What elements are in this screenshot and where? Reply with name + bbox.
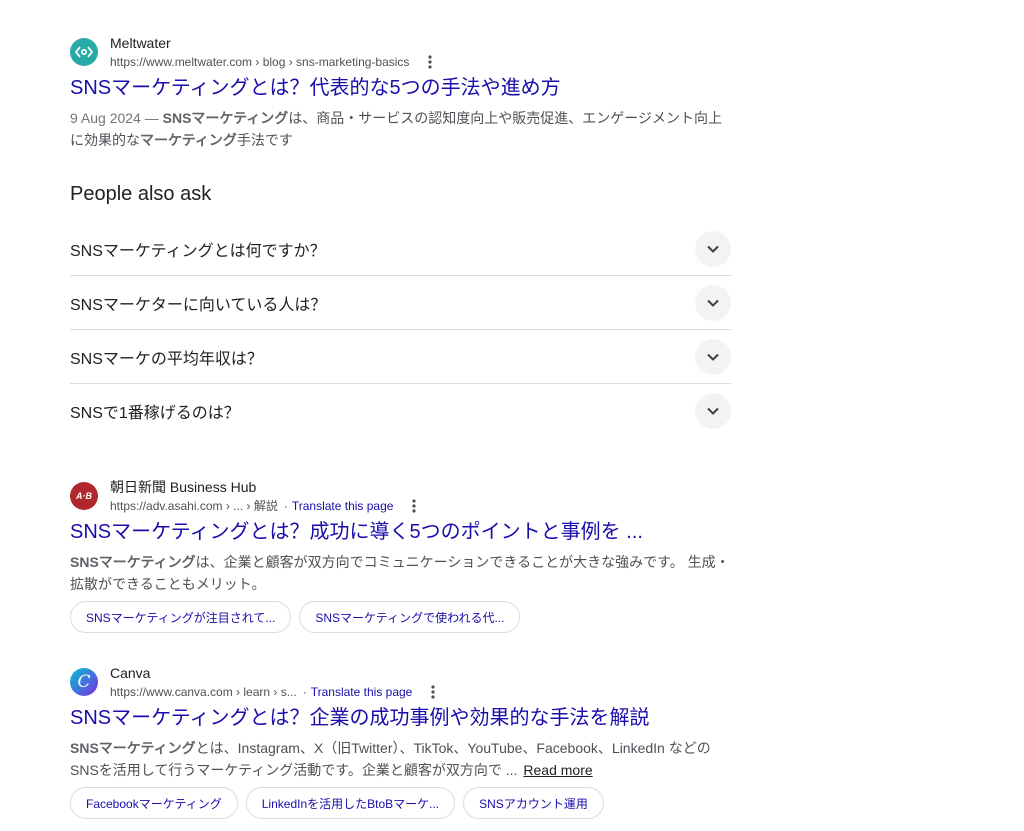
more-options-icon[interactable] (421, 53, 439, 71)
snippet-highlight: SNSマーケティング (162, 110, 289, 126)
site-name: Canva (110, 665, 151, 681)
result-url: https://adv.asahi.com › ... › 解説 (110, 499, 278, 513)
paa-list: SNSマーケティングとは何ですか？ SNSマーケターに向いている人は？ SNSマ… (70, 222, 731, 438)
result-snippet: SNSマーケティングは、企業と顧客が双方向でコミュニケーションできることが大きな… (70, 551, 732, 595)
result-source[interactable]: A·B 朝日新聞 Business Hub https://adv.asahi.… (70, 476, 732, 516)
meltwater-logo-icon (70, 38, 98, 66)
separator: · (302, 685, 307, 699)
result-url: https://www.meltwater.com › blog › sns-m… (110, 55, 410, 69)
chevron-down-icon[interactable] (695, 230, 731, 267)
read-more-link[interactable]: Read more (523, 762, 592, 778)
people-also-ask: People also ask SNSマーケティングとは何ですか？ SNSマーケ… (70, 180, 731, 438)
related-chips: Facebookマーケティング LinkedInを活用したBtoBマーケ... … (70, 787, 732, 819)
more-options-icon[interactable] (424, 683, 442, 701)
paa-question-text: SNSマーケティングとは何ですか？ (70, 242, 326, 260)
snippet-highlight: マーケティング (140, 132, 237, 148)
paa-question[interactable]: SNSマーケティングとは何ですか？ (70, 222, 731, 276)
snippet-highlight: SNSマーケティング (70, 740, 196, 756)
snippet-highlight: SNSマーケティング (70, 554, 196, 570)
result-date: 9 Aug 2024 — (70, 110, 163, 126)
people-also-ask-title: People also ask (70, 183, 212, 205)
result-snippet: 9 Aug 2024 — SNSマーケティングは、商品・サービスの認知度向上や販… (70, 107, 732, 151)
result-snippet: SNSマーケティングとは、Instagram、X（旧Twitter）、TikTo… (70, 737, 732, 781)
site-name: Meltwater (110, 35, 171, 51)
more-options-icon[interactable] (405, 497, 423, 515)
site-name: 朝日新聞 Business Hub (110, 479, 257, 495)
related-chip[interactable]: SNSマーケティングで使われる代... (299, 601, 521, 633)
result-source[interactable]: Meltwater https://www.meltwater.com › bl… (70, 32, 732, 72)
paa-question-text: SNSマーケの平均年収は？ (70, 350, 263, 368)
result-title-link[interactable]: SNSマーケティングとは？企業の成功事例や効果的な手法を解説 (70, 705, 732, 731)
snippet-text: 手法です (236, 132, 293, 148)
paa-question[interactable]: SNSマーケターに向いている人は？ (70, 276, 731, 330)
search-result-canva: C Canva https://www.canva.com › learn › … (70, 662, 732, 819)
translate-link[interactable]: Translate this page (292, 497, 394, 515)
paa-question[interactable]: SNSで1番稼げるのは？ (70, 384, 731, 438)
related-chip[interactable]: SNSマーケティングが注目されて... (70, 601, 292, 633)
search-result-asahi: A·B 朝日新聞 Business Hub https://adv.asahi.… (70, 476, 732, 633)
related-chip[interactable]: Facebookマーケティング (70, 787, 238, 819)
related-chip[interactable]: LinkedInを活用したBtoBマーケ... (245, 787, 456, 819)
chevron-down-icon[interactable] (695, 284, 731, 321)
paa-question-text: SNSで1番稼げるのは？ (70, 405, 240, 422)
paa-question-text: SNSマーケターに向いている人は？ (70, 296, 327, 314)
paa-question[interactable]: SNSマーケの平均年収は？ (70, 330, 731, 384)
separator: · (283, 499, 288, 513)
result-title-link[interactable]: SNSマーケティングとは？成功に導く5つのポイントと事例を ... (70, 519, 732, 545)
translate-link[interactable]: Translate this page (311, 683, 413, 701)
result-url: https://www.canva.com › learn › s... (110, 685, 297, 699)
chevron-down-icon[interactable] (695, 393, 731, 429)
canva-logo-icon: C (70, 668, 98, 696)
result-source[interactable]: C Canva https://www.canva.com › learn › … (70, 662, 732, 702)
chevron-down-icon[interactable] (695, 338, 731, 375)
asahi-logo-icon: A·B (70, 482, 98, 510)
related-chips: SNSマーケティングが注目されて... SNSマーケティングで使われる代... (70, 601, 732, 633)
logo-text: C (77, 672, 91, 692)
search-result-meltwater: Meltwater https://www.meltwater.com › bl… (70, 32, 732, 151)
result-title-link[interactable]: SNSマーケティングとは？代表的な5つの手法や進め方 (70, 75, 732, 101)
related-chip[interactable]: SNSアカウント運用 (463, 787, 604, 819)
logo-text: A·B (76, 491, 92, 501)
